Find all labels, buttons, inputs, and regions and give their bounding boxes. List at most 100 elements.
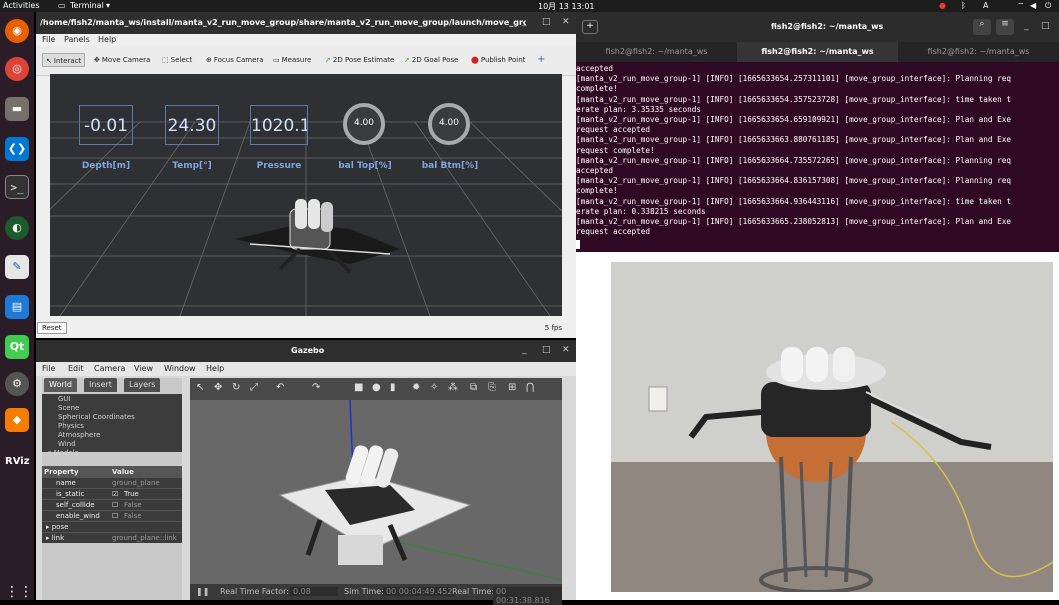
balance-bottom-label: bal Btm[%] [421,161,479,171]
settings-icon[interactable]: ⚙ [5,372,29,396]
power-icon[interactable]: ⏻ [1045,1,1051,11]
files-icon[interactable]: ▬ [5,97,29,121]
checkbox-icon[interactable]: ☐ [112,512,118,520]
clock[interactable]: 10月 13 13:01 [538,1,595,12]
prop-row-link[interactable]: ▸ link ground_plane::link [42,532,182,543]
menu-help[interactable]: Help [206,364,224,373]
box-shape-icon[interactable]: ■ [354,382,363,393]
new-tab-icon[interactable]: + [582,20,598,34]
qt-icon[interactable]: Qt [5,335,29,359]
point-light-icon[interactable]: ✹ [412,382,420,393]
rotate-icon[interactable]: ↻ [232,382,240,393]
tree-item-wind[interactable]: Wind [58,440,76,448]
pose-estimate-tool[interactable]: ➚ 2D Pose Estimate [322,53,397,67]
menu-camera[interactable]: Camera [94,364,125,373]
cylinder-shape-icon[interactable]: ▮ [390,382,396,393]
interact-tool[interactable]: ↖ Interact [42,53,86,67]
select-mode-icon[interactable]: ↖ [196,382,204,393]
minimize-icon[interactable]: _ [1024,21,1029,31]
gazebo-titlebar[interactable]: Gazebo _ □ ✕ [36,340,576,362]
close-icon[interactable]: ✕ [562,17,570,27]
close-icon[interactable]: ✕ [562,345,570,355]
record-icon[interactable]: ● [939,1,946,10]
maximize-icon[interactable]: □ [542,345,551,355]
tab-insert[interactable]: Insert [84,378,117,392]
prop-row-enable-wind[interactable]: enable_wind ☐ False [42,510,182,521]
prop-row-name[interactable]: name ground_plane [42,477,182,488]
minimize-icon[interactable]: _ [522,345,527,355]
vscode-icon[interactable]: ❮❯ [5,137,29,161]
writer-icon[interactable]: ▤ [5,295,29,319]
terminal-tab-3[interactable]: fish2@fish2: ~/manta_ws [898,42,1059,62]
layers-icon[interactable]: ◆ [5,408,29,432]
terminal-output[interactable]: accepted [manta_v2_run_move_group-1] [INF… [576,64,1059,248]
tree-item-scene[interactable]: Scene [58,404,79,412]
pause-icon[interactable]: ❚❚ [196,587,209,596]
tree-item-spherical[interactable]: Spherical Coordinates [58,413,135,421]
network-icon[interactable]: ⌔ [1017,1,1025,11]
terminal-titlebar[interactable]: + fish2@fish2: ~/manta_ws ⌕ ≡ _ □ [576,12,1059,42]
maximize-icon[interactable]: □ [542,17,551,27]
measure-tool[interactable]: ▭ Measure [270,53,314,67]
menu-view[interactable]: View [134,364,153,373]
menu-help[interactable]: Help [98,35,116,44]
scale-icon[interactable]: ⤢ [250,382,258,393]
tab-layers[interactable]: Layers [124,378,161,392]
prop-row-is-static[interactable]: is_static ☑ True [42,488,182,499]
copy-icon[interactable]: ⧉ [470,382,477,393]
tree-item-gui[interactable]: GUI [58,395,71,403]
hamburger-menu-icon[interactable]: ≡ [996,19,1014,35]
gazebo-3d-view[interactable]: ↖ ✥ ↻ ⤢ ↶ ↷ ■ ● ▮ ✹ ✧ ⁂ ⧉ ⎘ ⊞ ⋂ ❚❚ Real … [190,378,562,605]
bluetooth-icon[interactable]: ᛒ [961,1,966,10]
menu-window[interactable]: Window [164,364,196,373]
rviz-titlebar[interactable]: /home/fish2/manta_ws/install/manta_v2_ru… [36,12,576,34]
translate-icon[interactable]: ✥ [214,382,222,393]
terminal-tab-1[interactable]: fish2@fish2: ~/manta_ws [576,42,737,62]
publish-point-tool[interactable]: ⬤ Publish Point [468,53,528,67]
terminal-tab-2[interactable]: fish2@fish2: ~/manta_ws [737,42,898,62]
firefox-icon[interactable]: ◉ [5,19,29,43]
maximize-icon[interactable]: □ [1041,21,1050,31]
snap-icon[interactable]: ⋂ [526,382,534,393]
rviz-3d-view[interactable]: -0.01 Depth[m] 24.30 Temp[°] 1020.1( Pre… [50,74,562,316]
prop-row-pose[interactable]: ▸ pose [42,521,182,532]
volume-icon[interactable]: ◀ [1030,1,1036,10]
redo-icon[interactable]: ↷ [312,382,320,393]
rviz-icon[interactable]: RViz [5,450,30,474]
move-camera-tool[interactable]: ✥ Move Camera [91,53,153,67]
tab-world[interactable]: World [44,378,77,392]
terminal-line: complete! [576,186,618,196]
tree-item-atmosphere[interactable]: Atmosphere [58,431,100,439]
menu-panels[interactable]: Panels [64,35,90,44]
checkbox-checked-icon[interactable]: ☑ [112,490,118,498]
checkbox-icon[interactable]: ☐ [112,501,118,509]
goal-pose-tool[interactable]: ➚ 2D Goal Pose [401,53,461,67]
minimize-icon[interactable]: _ [522,17,527,27]
tree-item-physics[interactable]: Physics [58,422,84,430]
search-icon[interactable]: ⌕ [973,19,991,35]
tree-item-models[interactable]: ▾ Models [48,449,78,457]
reset-button[interactable]: Reset [37,322,67,334]
app-menu[interactable]: Terminal [70,1,104,10]
align-icon[interactable]: ⊞ [508,382,516,393]
select-tool[interactable]: ⬚ Select [159,53,195,67]
menu-file[interactable]: File [42,364,55,373]
spot-light-icon[interactable]: ✧ [430,382,438,393]
chrome-icon[interactable]: ◎ [5,57,29,81]
sphere-shape-icon[interactable]: ● [372,382,381,393]
menu-edit[interactable]: Edit [68,364,84,373]
terminal-line: accepted [576,64,614,73]
paste-icon[interactable]: ⎘ [488,382,496,393]
prop-row-self-collide[interactable]: self_collide ☐ False [42,499,182,510]
undo-icon[interactable]: ↶ [276,382,284,393]
focus-camera-tool[interactable]: ⊕ Focus Camera [203,53,267,67]
activities-button[interactable]: Activities [3,1,40,10]
terminal-icon[interactable]: >_ [5,175,29,199]
apps-grid-icon[interactable]: ⋮⋮ [5,580,33,604]
directional-light-icon[interactable]: ⁂ [448,382,458,393]
add-tool-button[interactable]: + [534,53,548,67]
menu-file[interactable]: File [42,35,55,44]
globe-icon[interactable]: ◐ [5,216,29,240]
language-indicator[interactable]: A [983,1,988,10]
editor-icon[interactable]: ✎ [5,255,29,279]
